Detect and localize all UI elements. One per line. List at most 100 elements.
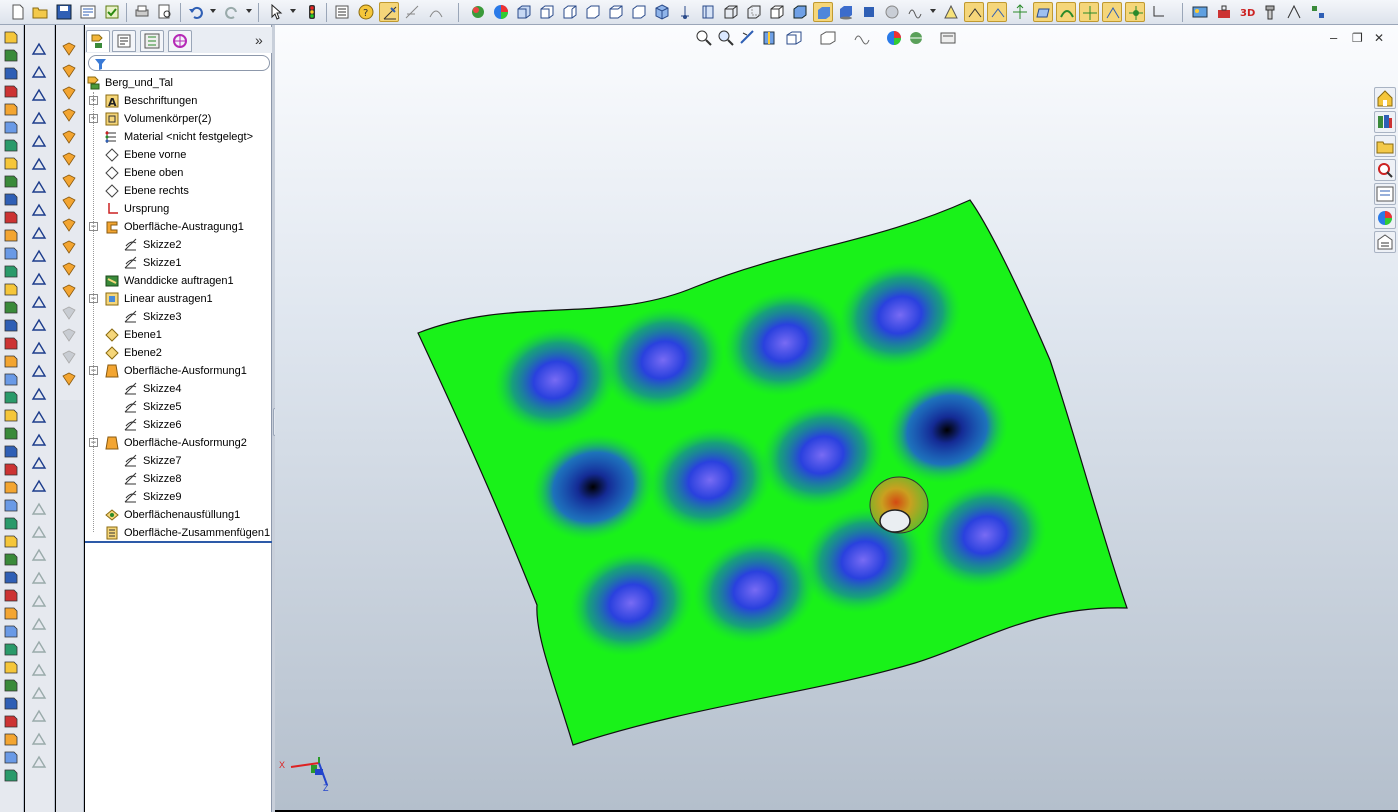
trim-surface-icon[interactable] (61, 327, 79, 345)
slot-icon[interactable] (31, 225, 49, 243)
sketch-icon[interactable] (31, 41, 49, 59)
display-curves-icon[interactable] (1056, 2, 1076, 22)
tree-item[interactable]: − Oberfläche-Ausformung2 (85, 434, 272, 452)
fillet-sketch-icon[interactable] (31, 271, 49, 289)
fillet-icon[interactable] (3, 209, 21, 227)
filled-surface-icon[interactable] (61, 151, 79, 169)
table-pattern-icon[interactable] (3, 443, 21, 461)
instant3d-icon[interactable] (3, 515, 21, 533)
text-sketch-icon[interactable] (31, 708, 49, 726)
view-isometric-icon[interactable] (652, 2, 672, 22)
render-icon[interactable] (1190, 2, 1210, 22)
shadows-icon[interactable] (836, 2, 856, 22)
appearance-icon[interactable] (468, 2, 488, 22)
mirror-entities-icon[interactable] (31, 547, 49, 565)
tree-child-item[interactable]: Skizze5 (85, 398, 272, 416)
rotate-entities-icon[interactable] (31, 639, 49, 657)
color-wheel-icon[interactable] (491, 2, 511, 22)
view-back-icon[interactable] (537, 2, 557, 22)
flex-icon[interactable] (3, 641, 21, 659)
revolved-boss-icon[interactable] (3, 47, 21, 65)
revolved-surface-icon[interactable] (61, 63, 79, 81)
delete-body-icon[interactable] (3, 587, 21, 605)
offset-entities-icon[interactable] (31, 570, 49, 588)
tree-item[interactable]: Ebene rechts (85, 182, 272, 200)
tree-child-item[interactable]: Skizze1 (85, 254, 272, 272)
shaded-with-edges-icon[interactable] (790, 2, 810, 22)
rollback-bar[interactable] (85, 541, 272, 543)
fill-pattern-icon[interactable] (3, 461, 21, 479)
tree-item[interactable]: − Linear austragen1 (85, 290, 272, 308)
tangent-arc-icon[interactable] (31, 317, 49, 335)
combine-icon[interactable] (3, 551, 21, 569)
boundary-cut-icon[interactable] (3, 191, 21, 209)
spline-icon[interactable] (31, 409, 49, 427)
display-coordinate-systems-icon[interactable] (1148, 2, 1168, 22)
extruded-cut-icon[interactable] (3, 119, 21, 137)
view-right-icon[interactable] (583, 2, 603, 22)
indent-icon[interactable] (3, 677, 21, 695)
tree-root-part[interactable]: Berg_und_Tal (85, 74, 272, 92)
tree-item[interactable]: Ebene1 (85, 326, 272, 344)
select-pointer-icon[interactable] (266, 2, 286, 22)
sketch-relations-icon[interactable] (402, 2, 422, 22)
untrim-surface-icon[interactable] (61, 349, 79, 367)
tree-item[interactable]: + A Beschriftungen (85, 92, 272, 110)
circular-pattern-icon[interactable] (3, 371, 21, 389)
revolved-cut-icon[interactable] (3, 137, 21, 155)
view-left-icon[interactable] (560, 2, 580, 22)
tree-item[interactable]: Ursprung (85, 200, 272, 218)
swept-boss-icon[interactable] (3, 65, 21, 83)
options-list-icon[interactable] (332, 2, 352, 22)
extend-surface-icon[interactable] (61, 305, 79, 323)
tree-item[interactable]: Wanddicke auftragen1 (85, 272, 272, 290)
display-axes-icon[interactable] (1010, 2, 1030, 22)
tab-feature-tree[interactable] (86, 30, 110, 52)
delete-face-icon[interactable] (61, 261, 79, 279)
redo-icon[interactable] (222, 2, 242, 22)
swept-surface-icon[interactable] (61, 85, 79, 103)
tree-child-item[interactable]: Skizze2 (85, 236, 272, 254)
view-settings-icon[interactable] (905, 2, 925, 22)
intersect-icon[interactable] (3, 335, 21, 353)
surface-hole[interactable] (869, 476, 929, 534)
customize-icon[interactable] (1308, 2, 1328, 22)
circle-icon[interactable] (31, 179, 49, 197)
display-origins-icon[interactable] (1079, 2, 1099, 22)
tree-filter-input[interactable] (88, 55, 270, 71)
ruled-surface-icon[interactable] (61, 217, 79, 235)
surface-fillet-icon[interactable] (61, 239, 79, 257)
thicken-icon[interactable] (3, 695, 21, 713)
rebuild-traffic-light-icon[interactable] (302, 2, 322, 22)
boundary-surface-icon[interactable] (61, 129, 79, 147)
normal-to-icon[interactable] (675, 2, 695, 22)
sketch-pattern-icon[interactable] (3, 425, 21, 443)
perspective-icon[interactable] (859, 2, 879, 22)
display-sketches-icon[interactable] (987, 2, 1007, 22)
move-entities-icon[interactable] (31, 593, 49, 611)
mirror-icon[interactable] (3, 389, 21, 407)
pattern-grid-icon[interactable] (31, 501, 49, 519)
scale-entities-icon[interactable] (31, 662, 49, 680)
tree-item[interactable]: Ebene vorne (85, 146, 272, 164)
graphics-area[interactable]: – ❐ ✕ X Z (275, 25, 1398, 810)
display-points-icon[interactable] (1125, 2, 1145, 22)
composite-curve-icon[interactable] (3, 767, 21, 785)
pattern-circular-icon[interactable] (31, 524, 49, 542)
dimension-a-icon[interactable] (31, 363, 49, 381)
view-bottom-icon[interactable] (629, 2, 649, 22)
planar-surface-icon[interactable] (61, 173, 79, 191)
tree-item[interactable]: Ebene2 (85, 344, 272, 362)
split-icon[interactable] (3, 569, 21, 587)
line-icon[interactable] (31, 110, 49, 128)
view-front-icon[interactable] (514, 2, 534, 22)
tree-child-item[interactable]: Skizze7 (85, 452, 272, 470)
repair-sketch-icon[interactable] (31, 754, 49, 772)
lofted-boss-icon[interactable] (3, 83, 21, 101)
smart-dimension-icon[interactable] (31, 87, 49, 105)
convert-entities-icon[interactable] (31, 432, 49, 450)
tab-dimxpert-manager[interactable] (168, 30, 192, 52)
sketch-curve-icon[interactable] (426, 2, 446, 22)
copy-entities-icon[interactable] (31, 616, 49, 634)
collapse-panel-button[interactable]: » (255, 32, 263, 48)
